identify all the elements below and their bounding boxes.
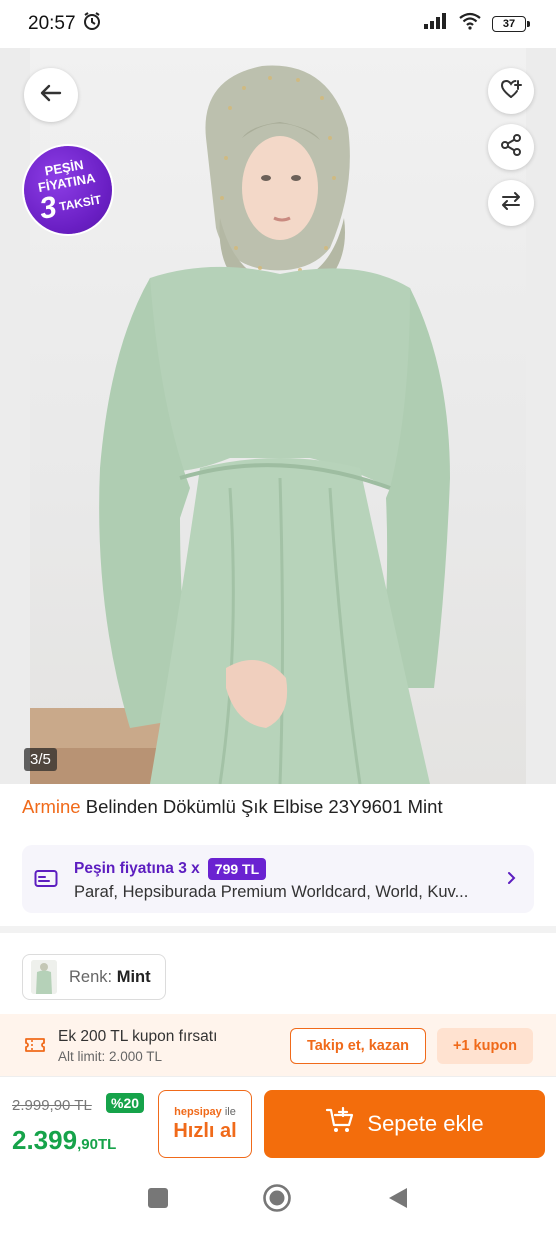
installment-headline: Peşin fiyatına 3 x 799 TL [74, 858, 267, 880]
fast-buy-label: Hızlı al [173, 1119, 237, 1142]
recent-apps-button[interactable] [146, 1187, 170, 1214]
installment-card[interactable]: Peşin fiyatına 3 x 799 TL Paraf, Hepsibu… [22, 845, 534, 913]
product-gallery[interactable]: PEŞİN FİYATINA 3 TAKSİT 3/5 [0, 48, 556, 784]
add-coupon-button[interactable]: +1 kupon [437, 1028, 533, 1064]
cart-plus-icon [325, 1106, 355, 1141]
old-price: 2.999,90 TL [12, 1097, 92, 1114]
brand-link[interactable]: Armine [22, 796, 81, 817]
favorite-button[interactable] [488, 68, 534, 114]
coupon-subtitle: Alt limit: 2.000 TL [58, 1049, 163, 1064]
add-to-cart-label: Sepete ekle [367, 1111, 484, 1136]
heart-list-icon [499, 77, 523, 106]
hepsipay-logo: hepsipay [174, 1105, 222, 1118]
coupon-title: Ek 200 TL kupon fırsatı [58, 1028, 218, 1045]
swap-arrows-icon [499, 189, 523, 218]
status-time: 20:57 [28, 13, 76, 34]
section-divider [0, 926, 556, 933]
color-value: Mint [116, 967, 151, 986]
hepsipay-with: ile [224, 1105, 236, 1118]
promo-installment-text: TAKSİT [58, 191, 103, 214]
coupon-bar: Ek 200 TL kupon fırsatı Alt limit: 2.000… [0, 1014, 556, 1076]
color-label-group: Renk: Mint [69, 968, 151, 987]
follow-and-earn-button[interactable]: Takip et, kazan [290, 1028, 426, 1064]
product-name: Belinden Dökümlü Şık Elbise 23Y9601 Mint [85, 796, 443, 817]
discount-badge: %20 [106, 1093, 145, 1113]
home-circle-icon [262, 1183, 292, 1218]
battery-icon: 37 [492, 16, 530, 32]
fast-buy-button[interactable]: hepsipay ile Hızlı al [158, 1090, 252, 1158]
installment-banks: Paraf, Hepsiburada Premium Worldcard, Wo… [74, 883, 469, 901]
status-left: 20:57 [28, 11, 102, 37]
promo-count: 3 [36, 190, 60, 226]
hepsipay-label: hepsipay ile [174, 1106, 236, 1118]
compare-button[interactable] [488, 180, 534, 226]
installment-label: Peşin fiyatına 3 x [74, 860, 200, 877]
price-decimal: ,90 [77, 1136, 98, 1153]
coupon-ticket-icon [24, 1036, 46, 1059]
current-price: 2.399 ,90 TL [12, 1125, 116, 1156]
back-button[interactable] [24, 68, 78, 122]
signal-icon [424, 13, 448, 35]
status-right: 37 [424, 12, 530, 36]
triangle-back-icon [387, 1186, 409, 1215]
image-page-counter: 3/5 [24, 748, 57, 771]
product-photo[interactable] [30, 48, 526, 784]
alarm-icon [82, 11, 102, 37]
home-button[interactable] [262, 1183, 292, 1218]
share-icon [499, 133, 523, 162]
arrow-left-icon [38, 80, 64, 111]
credit-card-icon [34, 869, 58, 894]
color-label: Renk: [69, 967, 113, 986]
installment-amount: 799 TL [207, 858, 267, 880]
price-currency: TL [97, 1136, 117, 1153]
system-navigation-bar [0, 1172, 556, 1235]
battery-level: 37 [502, 18, 516, 30]
share-button[interactable] [488, 124, 534, 170]
status-bar: 20:57 37 [0, 0, 556, 48]
color-thumbnail [31, 960, 57, 994]
product-page: 20:57 37 PEŞİN FİYATINA 3 TAKSİT 3/5 Arm… [0, 0, 556, 1235]
back-nav-button[interactable] [386, 1186, 410, 1215]
product-title: Armine Belinden Dökümlü Şık Elbise 23Y96… [22, 796, 542, 818]
price-main: 2.399 [12, 1125, 78, 1155]
purchase-bar: 2.999,90 TL %20 2.399 ,90 TL hepsipay il… [0, 1076, 556, 1172]
chevron-right-icon [506, 870, 518, 891]
wifi-icon [458, 12, 482, 36]
add-to-cart-button[interactable]: Sepete ekle [264, 1090, 545, 1158]
square-icon [147, 1187, 169, 1214]
color-selector[interactable]: Renk: Mint [22, 954, 166, 1000]
